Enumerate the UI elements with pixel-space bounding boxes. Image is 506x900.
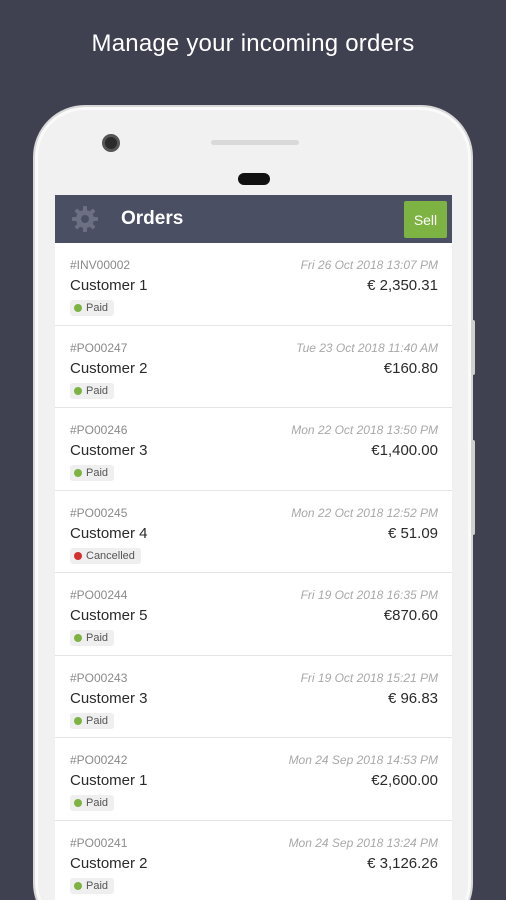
order-customer: Customer 3 xyxy=(70,689,148,707)
status-badge: Paid xyxy=(70,382,115,399)
status-badge: Paid xyxy=(70,795,115,811)
status-dot xyxy=(74,551,82,560)
app-screen: Orders Sell #INV00002 Fri 26 Oct 2018 13… xyxy=(55,195,452,900)
status-dot xyxy=(74,799,82,807)
order-id: #PO00243 xyxy=(70,670,128,685)
order-amount: €1,400.00 xyxy=(371,442,438,459)
order-customer: Customer 2 xyxy=(70,359,148,377)
status-badge: Paid xyxy=(70,712,115,729)
order-row[interactable]: #INV00002 Fri 26 Oct 2018 13:07 PM Custo… xyxy=(55,243,452,326)
order-list: #INV00002 Fri 26 Oct 2018 13:07 PM Custo… xyxy=(55,243,452,900)
status-badge: Paid xyxy=(70,300,115,316)
order-id: #PO00247 xyxy=(70,340,128,355)
headline: Manage your incoming orders xyxy=(91,30,415,57)
status-label: Paid xyxy=(86,467,109,479)
status-dot xyxy=(74,304,82,312)
status-dot xyxy=(74,386,82,395)
status-dot xyxy=(74,634,82,642)
order-date: Mon 22 Oct 2018 12:52 PM xyxy=(291,505,438,520)
order-amount: € 2,350.31 xyxy=(367,277,438,294)
sell-button[interactable]: Sell xyxy=(404,201,447,238)
order-date: Mon 24 Sep 2018 13:24 PM xyxy=(288,835,438,850)
order-customer: Customer 1 xyxy=(70,772,148,789)
status-dot xyxy=(74,716,82,725)
status-badge: Paid xyxy=(70,630,115,646)
order-amount: € 51.09 xyxy=(387,524,438,542)
order-date: Fri 19 Oct 2018 15:21 PM xyxy=(300,670,438,685)
order-id: #INV00002 xyxy=(70,258,131,272)
gear-icon[interactable] xyxy=(71,205,99,233)
order-customer: Customer 5 xyxy=(70,607,148,624)
status-badge: Paid xyxy=(70,465,115,481)
status-dot xyxy=(74,469,82,477)
status-label: Paid xyxy=(86,714,109,727)
order-id: #PO00246 xyxy=(70,423,128,437)
order-date: Mon 22 Oct 2018 13:50 PM xyxy=(291,423,438,437)
status-label: Cancelled xyxy=(86,549,135,562)
status-label: Paid xyxy=(86,384,109,397)
order-id: #PO00242 xyxy=(70,753,128,767)
order-customer: Customer 3 xyxy=(70,442,148,459)
order-row[interactable]: #PO00246 Mon 22 Oct 2018 13:50 PM Custom… xyxy=(55,408,452,491)
app-bar: Orders Sell xyxy=(55,195,452,243)
order-amount: €870.60 xyxy=(383,607,438,624)
order-customer: Customer 1 xyxy=(70,277,148,294)
order-amount: €2,600.00 xyxy=(371,772,438,789)
status-badge: Cancelled xyxy=(70,547,141,564)
order-row[interactable]: #PO00243 Fri 19 Oct 2018 15:21 PM Custom… xyxy=(55,656,452,738)
sensor xyxy=(238,173,270,185)
camera-icon xyxy=(102,134,120,152)
status-label: Paid xyxy=(86,632,109,644)
order-amount: € 3,126.26 xyxy=(367,854,438,872)
order-row[interactable]: #PO00247 Tue 23 Oct 2018 11:40 AM Custom… xyxy=(55,326,452,408)
order-date: Tue 23 Oct 2018 11:40 AM xyxy=(296,340,438,355)
status-badge: Paid xyxy=(70,877,115,894)
order-date: Mon 24 Sep 2018 14:53 PM xyxy=(288,753,438,767)
order-row[interactable]: #PO00242 Mon 24 Sep 2018 14:53 PM Custom… xyxy=(55,738,452,821)
speaker-grille xyxy=(211,140,299,145)
order-row[interactable]: #PO00244 Fri 19 Oct 2018 16:35 PM Custom… xyxy=(55,573,452,656)
status-label: Paid xyxy=(86,879,109,892)
order-customer: Customer 4 xyxy=(70,524,148,542)
order-id: #PO00241 xyxy=(70,835,128,850)
side-button xyxy=(471,320,475,375)
order-id: #PO00245 xyxy=(70,505,128,520)
status-label: Paid xyxy=(86,797,109,809)
order-id: #PO00244 xyxy=(70,588,128,602)
order-date: Fri 26 Oct 2018 13:07 PM xyxy=(300,258,438,272)
status-label: Paid xyxy=(86,302,109,314)
volume-button xyxy=(471,440,475,535)
order-row[interactable]: #PO00245 Mon 22 Oct 2018 12:52 PM Custom… xyxy=(55,491,452,573)
order-amount: €160.80 xyxy=(383,359,438,377)
page-title: Orders xyxy=(121,208,184,229)
order-row[interactable]: #PO00241 Mon 24 Sep 2018 13:24 PM Custom… xyxy=(55,821,452,900)
order-customer: Customer 2 xyxy=(70,854,148,872)
status-dot xyxy=(74,881,82,890)
order-amount: € 96.83 xyxy=(387,689,438,707)
order-date: Fri 19 Oct 2018 16:35 PM xyxy=(300,588,438,602)
